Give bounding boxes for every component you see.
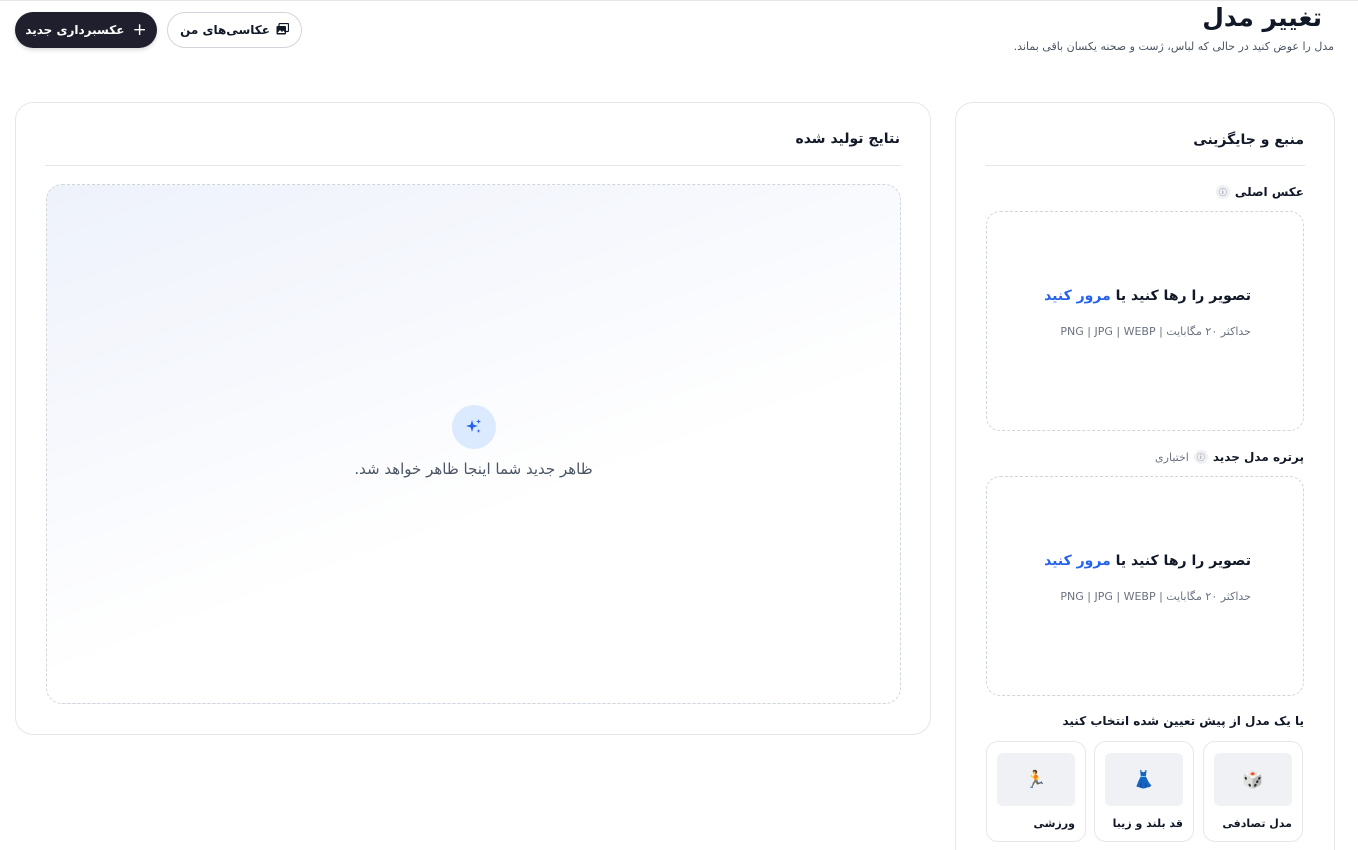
results-divider xyxy=(45,165,901,166)
preset-random[interactable]: 🎲 مدل تصادفی xyxy=(1203,741,1303,842)
new-model-dropzone[interactable]: تصویر را رها کنید یا مرور کنید حداکثر ۲۰… xyxy=(986,476,1304,696)
new-model-label: پرتره مدل جدید ⓘ اختیاری xyxy=(1155,450,1304,464)
dropzone-hint: حداکثر ۲۰ مگابایت | PNG | JPG | WEBP xyxy=(1060,590,1251,603)
original-photo-label: عکس اصلی ⓘ xyxy=(1215,185,1304,199)
dropzone-hint: حداکثر ۲۰ مگابایت | PNG | JPG | WEBP xyxy=(1060,325,1251,338)
results-area: ظاهر جدید شما اینجا ظاهر خواهد شد. xyxy=(46,184,901,704)
page-subtitle: مدل را عوض کنید در حالی که لباس، ژست و ص… xyxy=(1013,40,1334,53)
info-icon: ⓘ xyxy=(1215,185,1230,199)
preset-label: مدل تصادفی xyxy=(1222,817,1292,830)
original-photo-dropzone[interactable]: تصویر را رها کنید یا مرور کنید حداکثر ۲۰… xyxy=(986,211,1304,431)
preset-tall-elegant[interactable]: 👗 قد بلند و زیبا xyxy=(1094,741,1194,842)
preset-athletic[interactable]: 🏃 ورزشی xyxy=(986,741,1086,842)
presets-title: یا یک مدل از پیش تعیین شده انتخاب کنید xyxy=(1062,714,1304,728)
dress-icon: 👗 xyxy=(1105,753,1183,806)
new-photo-label: عکسبرداری جدید xyxy=(25,23,125,37)
dice-icon: 🎲 xyxy=(1214,753,1292,806)
original-photo-label-text: عکس اصلی xyxy=(1234,185,1304,199)
results-title: نتایج تولید شده xyxy=(795,131,900,147)
info-icon: ⓘ xyxy=(1193,450,1208,464)
browse-link[interactable]: مرور کنید xyxy=(1044,288,1111,304)
new-photo-button[interactable]: + عکسبرداری جدید xyxy=(15,12,157,48)
runner-icon: 🏃 xyxy=(997,753,1075,806)
browse-link[interactable]: مرور کنید xyxy=(1044,553,1111,569)
results-empty-text: ظاهر جدید شما اینجا ظاهر خواهد شد. xyxy=(354,460,593,478)
drop-text: تصویر را رها کنید یا xyxy=(1115,553,1251,569)
source-divider xyxy=(985,165,1305,166)
gallery-icon xyxy=(276,22,290,38)
results-panel: نتایج تولید شده ظاهر جدید شما اینجا ظاهر… xyxy=(15,102,931,735)
plus-icon: + xyxy=(132,19,147,40)
dropzone-text: تصویر را رها کنید یا مرور کنید xyxy=(1044,553,1251,569)
source-panel: منبع و جایگزینی عکس اصلی ⓘ تصویر را رها … xyxy=(955,102,1335,850)
sparkle-icon xyxy=(452,405,496,449)
dropzone-text: تصویر را رها کنید یا مرور کنید xyxy=(1044,288,1251,304)
page-title: تغییر مدل xyxy=(1202,3,1322,32)
my-photos-label: عکاسی‌های من xyxy=(180,23,270,37)
drop-text: تصویر را رها کنید یا xyxy=(1115,288,1251,304)
source-title: منبع و جایگزینی xyxy=(1193,132,1304,148)
preset-label: قد بلند و زیبا xyxy=(1112,817,1183,830)
new-model-label-text: پرتره مدل جدید xyxy=(1212,450,1304,464)
preset-label: ورزشی xyxy=(1033,817,1075,830)
optional-tag: اختیاری xyxy=(1155,450,1189,464)
my-photos-button[interactable]: عکاسی‌های من xyxy=(167,12,302,48)
